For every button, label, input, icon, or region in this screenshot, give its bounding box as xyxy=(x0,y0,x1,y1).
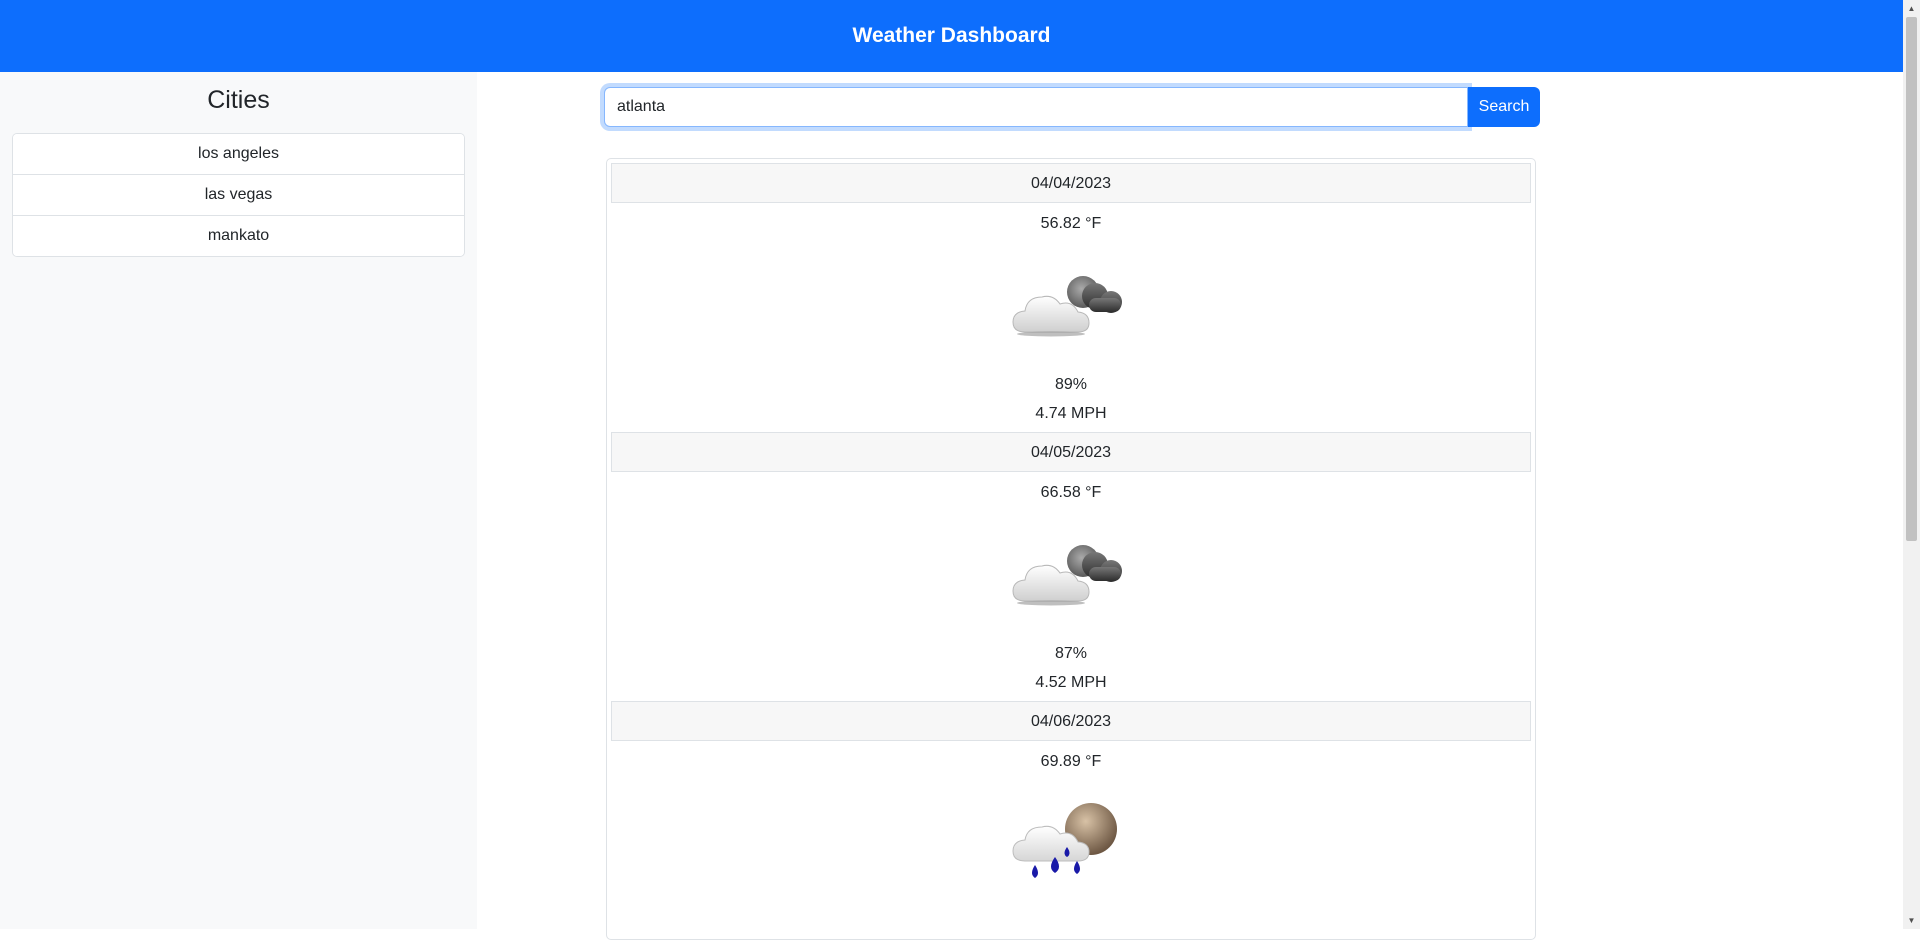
forecast-day: 04/05/2023 66.58 °F 87% 4.52 MPH xyxy=(611,432,1531,701)
city-item-mankato[interactable]: mankato xyxy=(13,216,464,256)
forecast-date: 04/04/2023 xyxy=(611,163,1531,203)
forecast-date: 04/05/2023 xyxy=(611,432,1531,472)
forecast-temperature: 66.58 °F xyxy=(1040,484,1102,501)
forecast-humidity: 87% xyxy=(1054,645,1088,662)
forecast-day: 04/06/2023 69.89 °F xyxy=(611,701,1531,906)
page-title: Weather Dashboard xyxy=(852,24,1051,47)
forecast-list: 04/04/2023 56.82 °F 89% 4.74 MPH 04/05/2… xyxy=(606,158,1536,940)
search-bar: Search xyxy=(604,87,1540,127)
page-scrollbar[interactable]: ▲ ▼ xyxy=(1903,0,1920,929)
city-item-las-vegas[interactable]: las vegas xyxy=(13,175,464,216)
search-input[interactable] xyxy=(604,87,1468,127)
partly-cloudy-icon xyxy=(611,243,1531,368)
search-button[interactable]: Search xyxy=(1468,87,1540,127)
forecast-day: 04/04/2023 56.82 °F 89% 4.74 MPH xyxy=(611,163,1531,432)
sidebar-title: Cities xyxy=(207,86,270,114)
scroll-up-icon[interactable]: ▲ xyxy=(1903,0,1920,17)
app-header: Weather Dashboard xyxy=(0,0,1903,72)
rain-icon xyxy=(611,781,1531,906)
city-list: los angeles las vegas mankato xyxy=(12,133,465,257)
forecast-temperature: 56.82 °F xyxy=(1040,215,1102,232)
sidebar: Cities los angeles las vegas mankato xyxy=(0,72,477,929)
forecast-wind: 4.52 MPH xyxy=(1035,674,1107,691)
scroll-thumb[interactable] xyxy=(1906,17,1917,541)
forecast-humidity: 89% xyxy=(1054,376,1088,393)
city-item-los-angeles[interactable]: los angeles xyxy=(13,134,464,175)
scroll-down-icon[interactable]: ▼ xyxy=(1903,912,1920,929)
forecast-date: 04/06/2023 xyxy=(611,701,1531,741)
forecast-temperature: 69.89 °F xyxy=(1040,753,1102,770)
partly-cloudy-icon xyxy=(611,512,1531,637)
forecast-wind: 4.74 MPH xyxy=(1035,405,1107,422)
